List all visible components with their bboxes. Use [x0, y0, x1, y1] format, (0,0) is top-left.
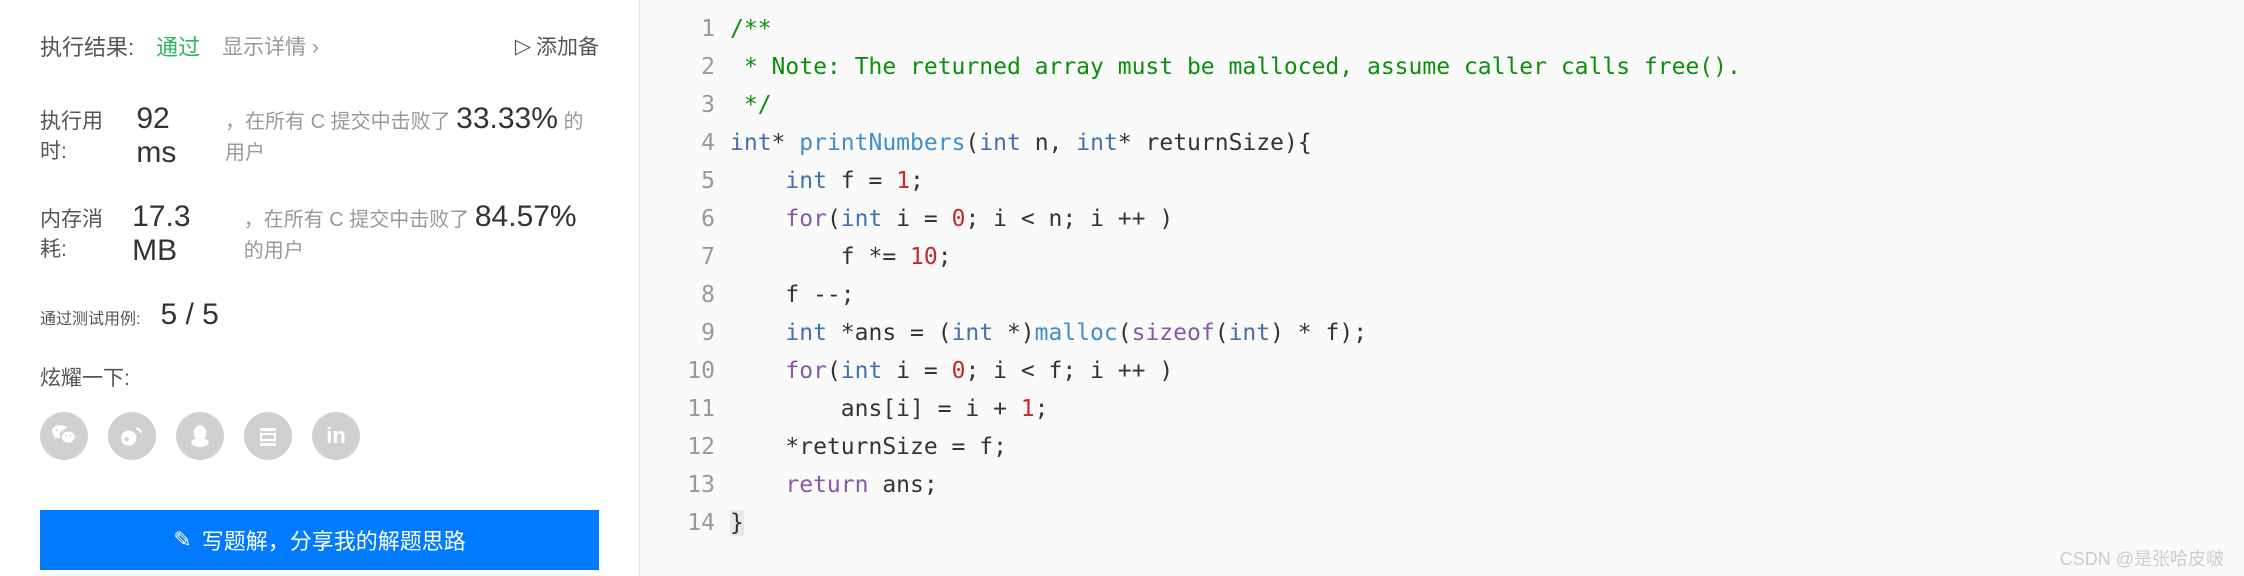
wechat-icon[interactable] — [40, 412, 88, 460]
line-number: 5 — [640, 162, 715, 200]
tok: f = — [827, 168, 896, 194]
code-area[interactable]: /** * Note: The returned array must be m… — [730, 0, 2244, 576]
watermark: CSDN @是张哈皮啵 — [2060, 545, 2224, 571]
tok: int — [785, 168, 827, 194]
tok: ; i < f; i ++ ) — [965, 358, 1173, 384]
testcases-row: 通过测试用例: 5 / 5 — [40, 298, 599, 332]
tok: i = — [882, 358, 951, 384]
tok: f *= — [841, 244, 910, 270]
write-solution-label: 写题解，分享我的解题思路 — [202, 524, 466, 556]
tok: 1 — [1021, 396, 1035, 422]
add-note-button[interactable]: ▷ 添加备 — [515, 31, 599, 61]
pencil-icon: ✎ — [173, 527, 191, 553]
code-panel: 1 2 3 4 5 6 7 8 9 10 11 12 13 14 /** * N… — [640, 0, 2244, 576]
tok: 10 — [910, 244, 938, 270]
tok: for — [785, 206, 827, 232]
line-number: 13 — [640, 466, 715, 504]
status-pass: 通过 — [156, 30, 200, 62]
result-header: 执行结果: 通过 显示详情 › ▷ 添加备 — [40, 30, 599, 62]
tok: int — [785, 320, 827, 346]
tok: n — [1035, 130, 1049, 156]
tok: ; i < n; i ++ ) — [965, 206, 1173, 232]
tok: 1 — [896, 168, 910, 194]
tok: printNumbers — [799, 130, 965, 156]
tok: int — [952, 320, 994, 346]
tok: malloc — [1035, 320, 1118, 346]
memory-label: 内存消耗: — [40, 203, 120, 263]
code-line: /** — [730, 16, 772, 42]
line-number: 2 — [640, 48, 715, 86]
code-line: * Note: The returned array must be mallo… — [730, 54, 1741, 80]
tok: int — [841, 206, 883, 232]
add-note-label: 添加备 — [536, 31, 599, 61]
tok: int — [1229, 320, 1271, 346]
line-number: 14 — [640, 504, 715, 542]
testcases-label: 通过测试用例: — [40, 305, 140, 329]
tok: } — [730, 510, 744, 536]
runtime-text: ，在所有 C 提交中击败了 33.33% 的用户 — [225, 102, 599, 165]
linkedin-icon[interactable]: in — [312, 412, 360, 460]
line-number: 12 — [640, 428, 715, 466]
show-detail-link[interactable]: 显示详情 › — [222, 31, 319, 61]
line-number: 11 — [640, 390, 715, 428]
line-number: 8 — [640, 276, 715, 314]
result-label: 执行结果: — [40, 30, 134, 62]
testcases-value: 5 / 5 — [160, 298, 218, 332]
line-number: 10 — [640, 352, 715, 390]
play-icon: ▷ — [515, 34, 531, 59]
tok: int — [1076, 130, 1118, 156]
memory-text: ，在所有 C 提交中击败了 84.57% 的用户 — [244, 200, 599, 263]
runtime-value: 92 ms — [136, 102, 213, 170]
line-gutter: 1 2 3 4 5 6 7 8 9 10 11 12 13 14 — [640, 0, 730, 576]
line-number: 4 — [640, 124, 715, 162]
line-number: 6 — [640, 200, 715, 238]
tok: int — [841, 358, 883, 384]
line-number: 3 — [640, 86, 715, 124]
line-number: 9 — [640, 314, 715, 352]
weibo-icon[interactable] — [108, 412, 156, 460]
tok: 0 — [952, 206, 966, 232]
douban-icon[interactable] — [244, 412, 292, 460]
result-left: 执行结果: 通过 显示详情 › — [40, 30, 319, 62]
results-panel: 执行结果: 通过 显示详情 › ▷ 添加备 执行用时: 92 ms ，在所有 C… — [0, 0, 640, 576]
tok: int — [979, 130, 1021, 156]
memory-value: 17.3 MB — [132, 200, 232, 268]
write-solution-button[interactable]: ✎ 写题解，分享我的解题思路 — [40, 510, 599, 570]
tok: for — [785, 358, 827, 384]
tok: *returnSize = f; — [785, 434, 1007, 460]
tok: sizeof — [1132, 320, 1215, 346]
tok: *ans = ( — [827, 320, 952, 346]
tok: ) * f); — [1270, 320, 1367, 346]
share-label: 炫耀一下: — [40, 362, 599, 392]
share-icons: in — [40, 412, 599, 460]
runtime-row: 执行用时: 92 ms ，在所有 C 提交中击败了 33.33% 的用户 — [40, 102, 599, 170]
tok: f --; — [785, 282, 854, 308]
tok: *) — [993, 320, 1035, 346]
line-number: 7 — [640, 238, 715, 276]
tok: ans; — [868, 472, 937, 498]
line-number: 1 — [640, 10, 715, 48]
tok: returnSize — [1146, 130, 1284, 156]
code-line: */ — [730, 92, 772, 118]
tok: return — [785, 472, 868, 498]
qq-icon[interactable] — [176, 412, 224, 460]
tok: int — [730, 130, 772, 156]
tok: i = — [882, 206, 951, 232]
tok: ans[i] = i + — [841, 396, 1021, 422]
memory-row: 内存消耗: 17.3 MB ，在所有 C 提交中击败了 84.57% 的用户 — [40, 200, 599, 268]
runtime-label: 执行用时: — [40, 105, 124, 165]
tok: 0 — [952, 358, 966, 384]
